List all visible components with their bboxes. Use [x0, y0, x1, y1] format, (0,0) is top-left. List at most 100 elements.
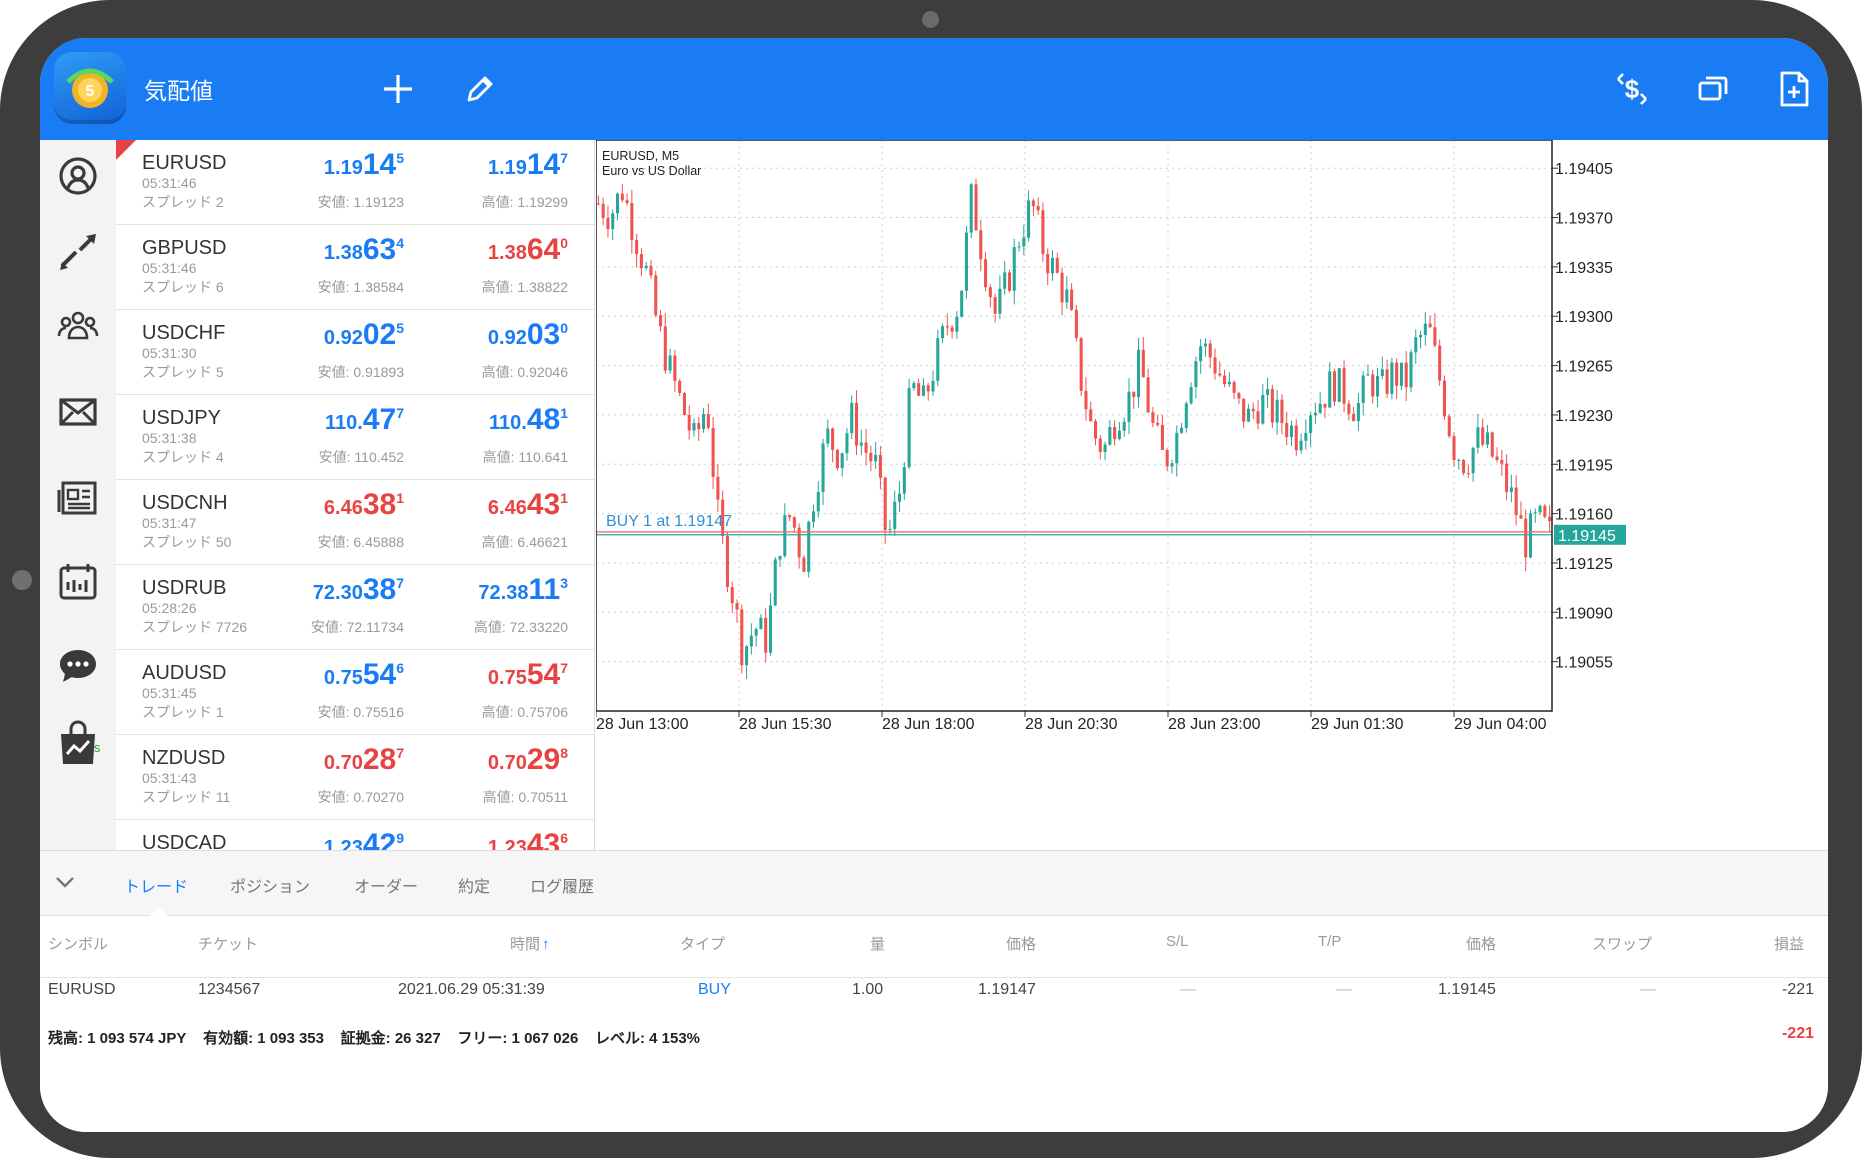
header-divider: [40, 977, 1828, 978]
quote-row-gbpusd[interactable]: GBPUSD 05:31:46 スプレッド 6 1.38634 1.38640 安値: 1…: [116, 225, 594, 310]
quote-symbol: USDCHF: [142, 322, 226, 344]
quote-row-nzdusd[interactable]: NZDUSD 05:31:43 スプレッド 11 0.70287 0.70298 安値: …: [116, 735, 594, 820]
currency-switch-button[interactable]: $: [1607, 64, 1657, 114]
candle-body: [778, 555, 782, 560]
candle-body: [1366, 374, 1370, 376]
candle-body: [1452, 436, 1456, 461]
tab-deals[interactable]: 約定: [458, 873, 490, 897]
row-type: BUY: [698, 981, 731, 998]
col-time[interactable]: 時間 ↑: [510, 933, 550, 954]
candle-body: [1256, 411, 1260, 424]
nav-market[interactable]: [48, 714, 108, 774]
nav-trade[interactable]: [48, 222, 108, 282]
col-symbol[interactable]: シンボル: [48, 933, 108, 954]
tab-positions[interactable]: ポジション: [230, 873, 310, 897]
x-tick-label: 28 Jun 18:00: [882, 716, 975, 733]
chevron-down-icon: [56, 877, 74, 888]
tab-log-history[interactable]: ログ履歴: [530, 873, 594, 897]
col-profit[interactable]: 損益: [1774, 933, 1804, 954]
col-sl[interactable]: S/L: [1166, 933, 1189, 950]
candle-body: [1361, 375, 1365, 404]
candle-body: [1208, 343, 1212, 358]
col-type[interactable]: タイプ: [680, 933, 725, 954]
candle-body: [912, 383, 916, 389]
candlestick-chart[interactable]: BUY 1 at 1.19147 1.19145 1.19405 1.19370 1.…: [595, 139, 1828, 750]
quote-low: 安値: 6.45888: [317, 534, 404, 550]
quote-row-audusd[interactable]: AUDUSD 05:31:45 スプレッド 1 0.75546 0.75547 安値: 0…: [116, 650, 594, 735]
candle-body: [1270, 388, 1274, 423]
candle-body: [668, 355, 672, 371]
add-symbol-button[interactable]: [373, 64, 423, 114]
edit-button[interactable]: [455, 64, 505, 114]
windows-icon: [1698, 76, 1728, 101]
col-swap[interactable]: スワップ: [1592, 933, 1652, 954]
candle-body: [840, 453, 844, 469]
quote-row-usdcad[interactable]: USDCAD 1.23429 1.23436: [116, 820, 594, 850]
nav-mailbox[interactable]: [48, 382, 108, 442]
tab-trade[interactable]: トレード: [124, 873, 188, 897]
camera-dot: [922, 11, 939, 28]
chat-bubble-icon: [60, 650, 96, 682]
quote-row-usdcnh[interactable]: USDCNH 05:31:47 スプレッド 50 6.46381 6.46431 安値: …: [116, 480, 594, 565]
metatrader-logo-icon[interactable]: 5: [54, 52, 126, 124]
nav-quotes[interactable]: [48, 146, 108, 206]
x-tick-label: 29 Jun 04:00: [1454, 716, 1547, 733]
quote-row-usdrub[interactable]: USDRUB 05:28:26 スプレッド 7726 72.30387 72.38113…: [116, 565, 594, 650]
collapse-panel-button[interactable]: [52, 869, 78, 900]
candle-body: [1347, 403, 1351, 414]
quote-row-eurusd[interactable]: EURUSD 05:31:46 スプレッド 2 1.19145 1.19147 安値: 1…: [116, 140, 594, 225]
chart-symbol-description: Euro vs US Dollar: [602, 164, 701, 178]
nav-chat[interactable]: [48, 636, 108, 696]
candle-body: [859, 442, 863, 446]
quote-low: 安値: 0.70270: [317, 789, 404, 805]
candle-body: [1055, 257, 1059, 273]
candle-body: [735, 603, 739, 610]
quote-high: 高値: 1.19299: [481, 194, 568, 210]
col-ticket[interactable]: チケット: [198, 933, 258, 954]
candle-body: [1199, 346, 1203, 362]
nav-calendar[interactable]: [48, 552, 108, 612]
calendar-chart-icon: [59, 564, 97, 600]
quote-bid-price: 0.70287: [324, 743, 404, 777]
candle-body: [1490, 432, 1494, 457]
candle-body: [1122, 421, 1126, 431]
selected-corner-marker: [116, 140, 136, 160]
quote-bid-digits-1: 42: [362, 828, 397, 850]
col-open-price[interactable]: 価格: [1006, 933, 1036, 954]
quote-low: 安値: 0.91893: [317, 364, 404, 380]
col-current-price[interactable]: 価格: [1466, 933, 1496, 954]
quote-time: 05:31:38: [142, 430, 197, 446]
new-order-button[interactable]: [1769, 64, 1819, 114]
candle-body: [1184, 403, 1188, 428]
price-chart[interactable]: BUY 1 at 1.19147 1.19145 1.19405 1.19370 1.…: [595, 139, 1828, 750]
candle-body: [1476, 427, 1480, 448]
row-profit: -221: [1782, 981, 1815, 998]
quote-bid-digits-1: 14: [362, 148, 397, 181]
candle-body: [1242, 398, 1246, 422]
quote-row-usdjpy[interactable]: USDJPY 05:31:38 スプレッド 4 110.477 110.481 安値: 1…: [116, 395, 594, 480]
quote-row-usdchf[interactable]: USDCHF 05:31:30 スプレッド 5 0.92025 0.92030 安値: 0…: [116, 310, 594, 395]
quotes-list[interactable]: EURUSD 05:31:46 スプレッド 2 1.19145 1.19147 安値: 1…: [116, 140, 595, 850]
candle-body: [1438, 345, 1442, 381]
nav-community[interactable]: [48, 296, 108, 356]
quote-spread: スプレッド 4: [142, 449, 224, 465]
windows-button[interactable]: [1688, 64, 1738, 114]
col-volume[interactable]: 量: [870, 933, 885, 954]
candle-body: [1017, 246, 1021, 248]
col-time-label: 時間: [510, 936, 541, 953]
candle-body: [1165, 449, 1169, 467]
quote-bid-digits-2: 7: [396, 405, 404, 421]
candle-body: [1093, 421, 1098, 439]
quote-low: 安値: 1.19123: [317, 194, 404, 210]
candle-body: [1538, 505, 1542, 513]
nav-news[interactable]: [48, 468, 108, 528]
candle-body: [1189, 386, 1193, 404]
quote-ask-digits-2: 1: [560, 405, 568, 421]
shopping-bag-icon: [61, 720, 95, 764]
col-tp[interactable]: T/P: [1318, 933, 1341, 950]
quotes-icon: [59, 157, 97, 195]
tab-orders[interactable]: オーダー: [354, 873, 418, 897]
quote-low: 安値: 72.11734: [310, 619, 404, 635]
candle-body: [845, 433, 849, 454]
x-tick-label: 28 Jun 15:30: [739, 716, 832, 733]
